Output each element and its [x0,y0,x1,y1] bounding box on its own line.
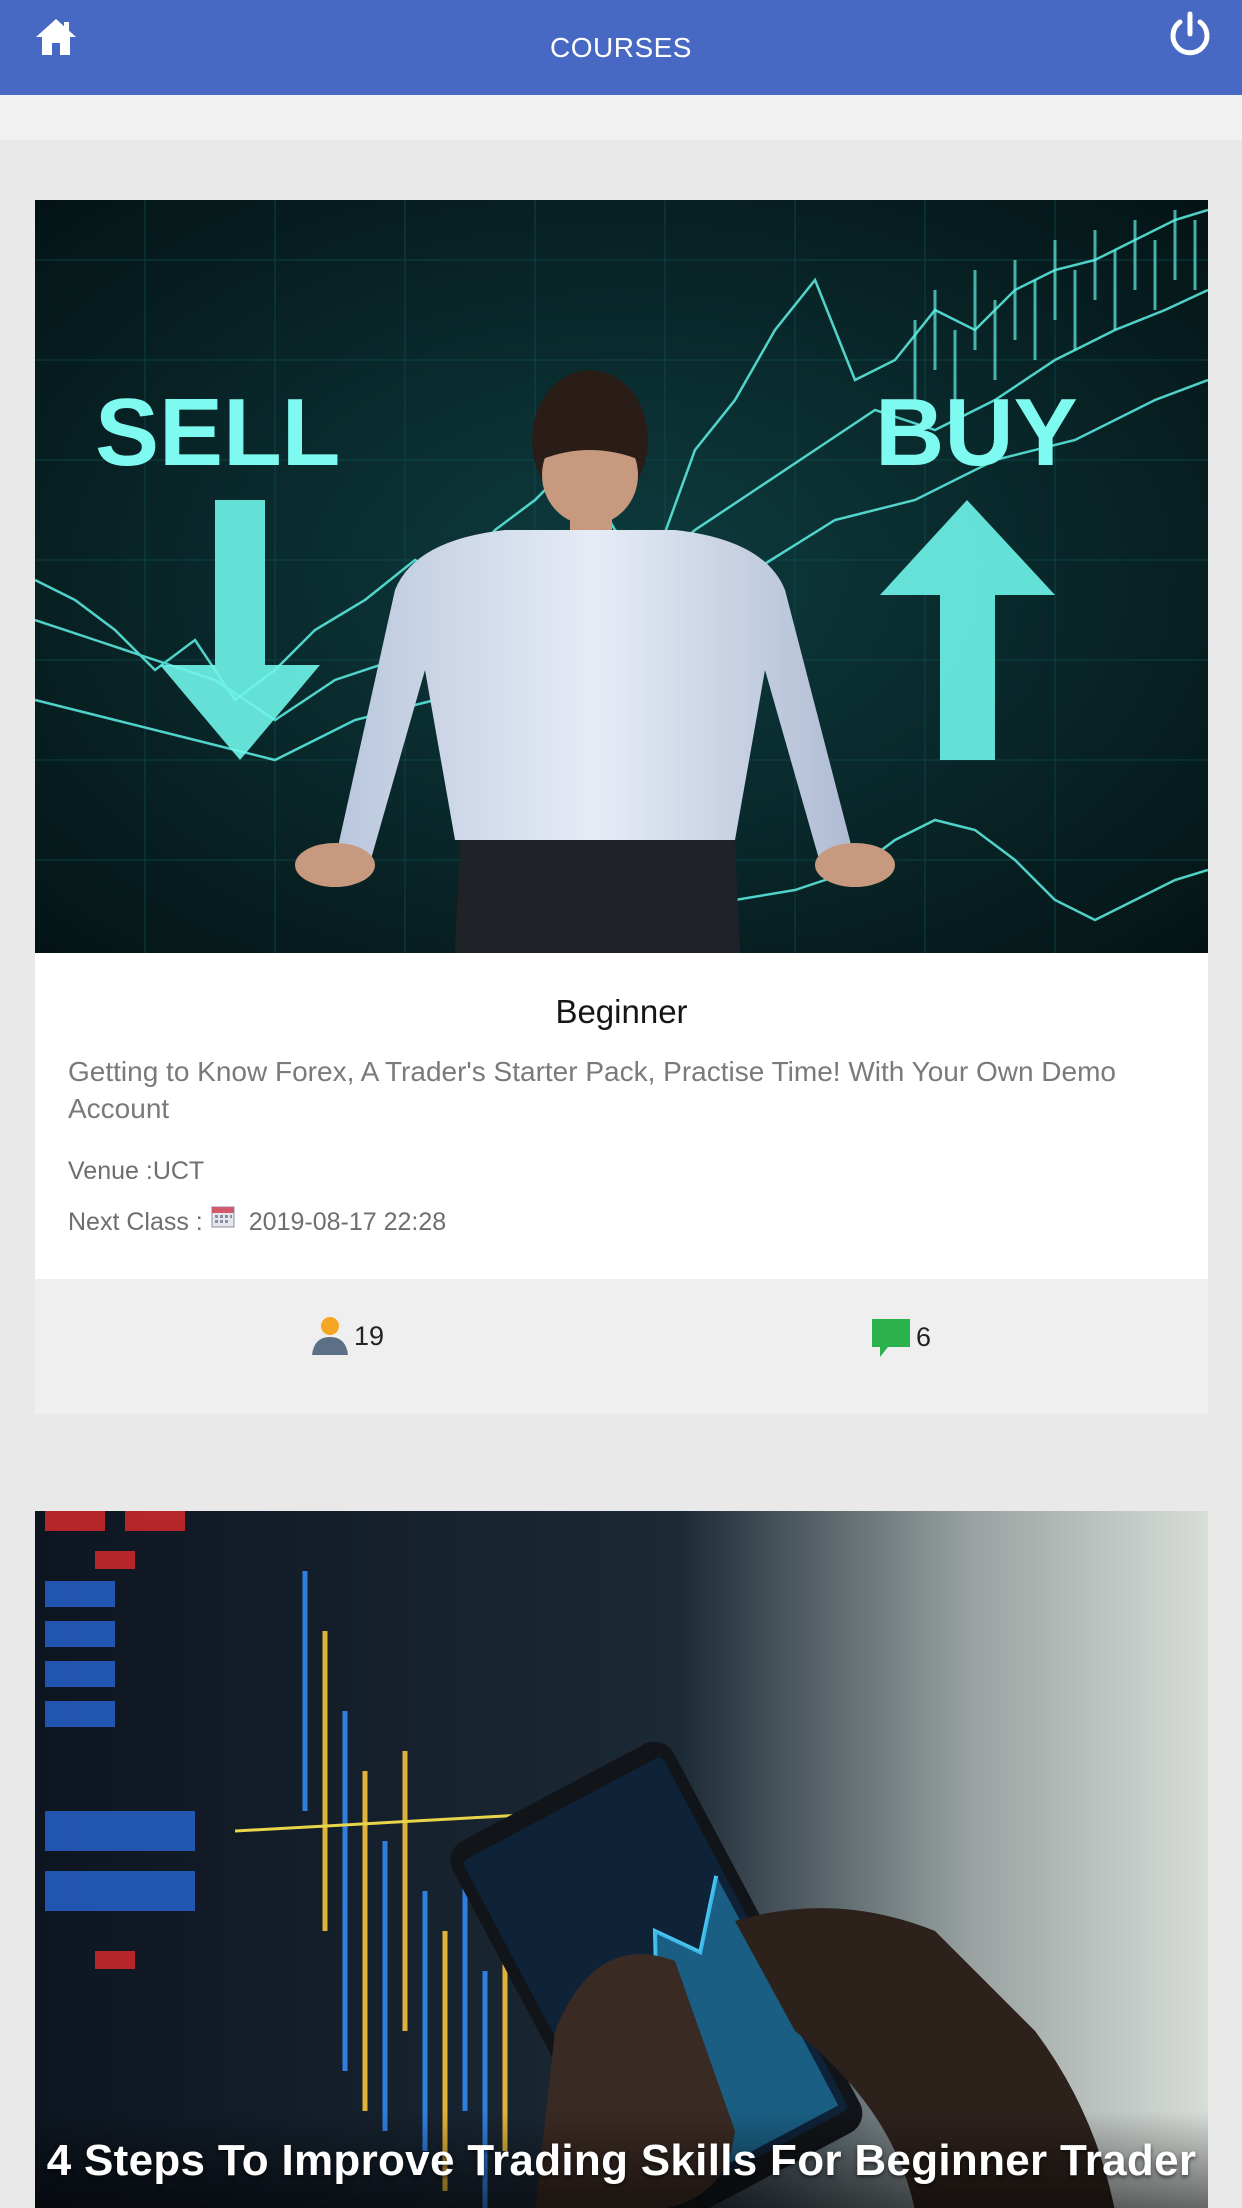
app-header: COURSES [0,0,1242,95]
comments-count: 6 [916,1321,932,1352]
students-count-button[interactable]: 19 [310,1315,384,1357]
comments-count-button[interactable]: 6 [870,1315,931,1359]
calendar-icon [211,1206,235,1227]
home-icon[interactable] [33,15,79,61]
course-card[interactable]: 4 Steps To Improve Trading Skills For Be… [35,1511,1208,2208]
course-card[interactable]: SELL BUY Beginner Getting to Know Forex,… [35,200,1208,1414]
power-icon[interactable] [1165,10,1215,62]
page-title: COURSES [550,31,692,63]
course-image-trading [35,1511,1208,2208]
students-count: 19 [354,1320,385,1351]
venue-label: Venue : [68,1157,153,1185]
comment-icon [872,1319,910,1357]
buy-label: BUY [875,379,1078,486]
courses-screen: COURSES SELL BUY Beginner Getting to Kno… [0,0,1242,2208]
course-caption: 4 Steps To Improve Trading Skills For Be… [46,2136,1197,2185]
venue-value: UCT [152,1157,205,1185]
user-icon [312,1317,348,1355]
course-description: Getting to Know Forex, A Trader's Starte… [68,1056,1116,1124]
course-image-forex: SELL BUY [35,200,1208,953]
course-stats: 19 6 [35,1279,1208,1414]
forex-illustration: SELL BUY [35,200,1208,953]
course-title: Beginner [555,993,688,1030]
next-class-label: Next Class : [68,1208,203,1236]
next-class-row: Next Class : 2019-08-17 22:28 [68,1206,447,1237]
header-divider [0,95,1242,140]
course-caption-banner: 4 Steps To Improve Trading Skills For Be… [35,2111,1208,2208]
sell-label: SELL [95,379,340,486]
next-class-value: 2019-08-17 22:28 [248,1208,447,1236]
venue-row: Venue : UCT [68,1157,204,1186]
